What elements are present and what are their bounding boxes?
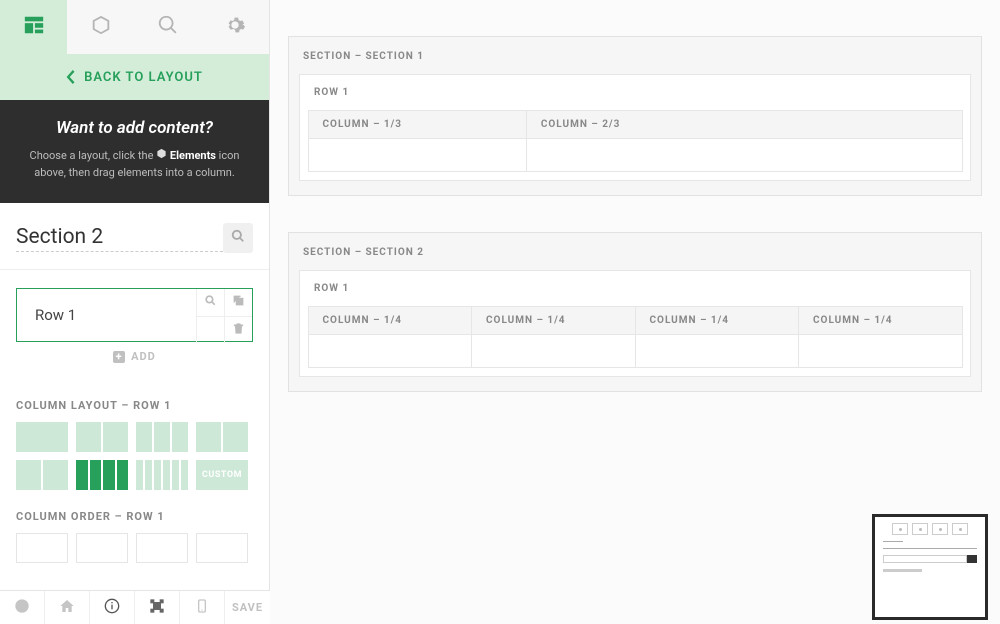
- sidebar: BACK TO LAYOUT Want to add content? Choo…: [0, 0, 270, 590]
- row-duplicate-button[interactable]: [224, 289, 252, 316]
- minimap[interactable]: [872, 514, 988, 620]
- duplicate-icon: [232, 294, 245, 311]
- order-opt-1[interactable]: [16, 533, 68, 563]
- order-options: [0, 533, 269, 563]
- cube-icon: [156, 148, 167, 165]
- tab-inspector[interactable]: [135, 0, 202, 54]
- gear-icon: [224, 14, 246, 40]
- layout-6col[interactable]: [136, 460, 188, 490]
- row-blank: [196, 316, 224, 343]
- footer-bar: SAVE: [0, 590, 270, 624]
- footer-back-button[interactable]: [0, 591, 45, 624]
- search-icon: [157, 14, 179, 40]
- row-block-label: ROW 1: [300, 75, 970, 110]
- footer-mobile-button[interactable]: [180, 591, 225, 624]
- section-block[interactable]: SECTION – SECTION 1ROW 1COLUMN – 1/3COLU…: [288, 36, 982, 196]
- section-title[interactable]: Section 2: [16, 225, 223, 252]
- layout-2col-alt[interactable]: [196, 422, 248, 452]
- column-label: COLUMN – 2/3: [527, 111, 962, 139]
- row-block[interactable]: ROW 1COLUMN – 1/3COLUMN – 2/3: [299, 74, 971, 181]
- column-label: COLUMN – 1/4: [799, 307, 962, 335]
- trash-icon: [232, 322, 245, 339]
- canvas: SECTION – SECTION 1ROW 1COLUMN – 1/3COLU…: [270, 0, 1000, 624]
- column-label: COLUMN – 1/3: [309, 111, 526, 139]
- column-order-heading: COLUMN ORDER – ROW 1: [0, 490, 269, 533]
- row-tools: [196, 289, 252, 341]
- info-icon: [104, 598, 120, 618]
- layout-custom[interactable]: CUSTOM: [196, 460, 248, 490]
- layout-3col[interactable]: [136, 422, 188, 452]
- back-circle-icon: [14, 598, 30, 618]
- section-heading: Section 2: [0, 203, 269, 270]
- home-icon: [59, 598, 75, 618]
- layout-2col-wide[interactable]: [16, 460, 68, 490]
- column-block[interactable]: COLUMN – 1/4: [471, 306, 636, 368]
- footer-group-button[interactable]: [135, 591, 180, 624]
- order-opt-2[interactable]: [76, 533, 128, 563]
- section-label: SECTION – SECTION 1: [299, 51, 971, 74]
- back-label: BACK TO LAYOUT: [84, 70, 203, 85]
- mobile-icon: [194, 598, 210, 618]
- column-layout-heading: COLUMN LAYOUT – ROW 1: [0, 379, 269, 422]
- footer-info-button[interactable]: [90, 591, 135, 624]
- row-block-label: ROW 1: [300, 271, 970, 306]
- layout-2col[interactable]: [76, 422, 128, 452]
- save-button[interactable]: SAVE: [225, 591, 270, 624]
- chevron-left-icon: [66, 70, 76, 84]
- add-row-button[interactable]: + ADD: [16, 342, 253, 369]
- layout-4col[interactable]: [76, 460, 128, 490]
- order-opt-3[interactable]: [136, 533, 188, 563]
- footer-home-button[interactable]: [45, 591, 90, 624]
- tip-text: Choose a layout, click the Elements icon…: [20, 148, 249, 181]
- layout-options: CUSTOM: [0, 422, 269, 490]
- row-card[interactable]: Row 1: [16, 288, 253, 342]
- layout-1col[interactable]: [16, 422, 68, 452]
- search-icon: [231, 229, 245, 247]
- column-label: COLUMN – 1/4: [636, 307, 799, 335]
- add-label: ADD: [131, 350, 156, 363]
- plus-icon: +: [113, 351, 125, 363]
- row-block[interactable]: ROW 1COLUMN – 1/4COLUMN – 1/4COLUMN – 1/…: [299, 270, 971, 377]
- section-label: SECTION – SECTION 2: [299, 247, 971, 270]
- column-block[interactable]: COLUMN – 1/4: [635, 306, 800, 368]
- section-search-button[interactable]: [223, 223, 253, 253]
- column-label: COLUMN – 1/4: [472, 307, 635, 335]
- tip-box: Want to add content? Choose a layout, cl…: [0, 100, 269, 203]
- column-block[interactable]: COLUMN – 1/4: [798, 306, 963, 368]
- layout-icon: [23, 14, 45, 40]
- back-to-layout-button[interactable]: BACK TO LAYOUT: [0, 54, 269, 100]
- cube-icon: [90, 14, 112, 40]
- column-label: COLUMN – 1/4: [309, 307, 472, 335]
- search-icon: [204, 294, 217, 311]
- row-delete-button[interactable]: [224, 316, 252, 343]
- column-block[interactable]: COLUMN – 2/3: [526, 110, 963, 172]
- tab-settings[interactable]: [202, 0, 269, 54]
- tab-layout[interactable]: [0, 0, 67, 54]
- tab-elements[interactable]: [67, 0, 134, 54]
- order-opt-4[interactable]: [196, 533, 248, 563]
- section-block[interactable]: SECTION – SECTION 2ROW 1COLUMN – 1/4COLU…: [288, 232, 982, 392]
- group-icon: [149, 598, 165, 618]
- row-label: Row 1: [17, 289, 196, 341]
- column-block[interactable]: COLUMN – 1/4: [308, 306, 473, 368]
- tab-bar: [0, 0, 269, 54]
- row-search-button[interactable]: [196, 289, 224, 316]
- column-block[interactable]: COLUMN – 1/3: [308, 110, 527, 172]
- tip-title: Want to add content?: [20, 118, 249, 138]
